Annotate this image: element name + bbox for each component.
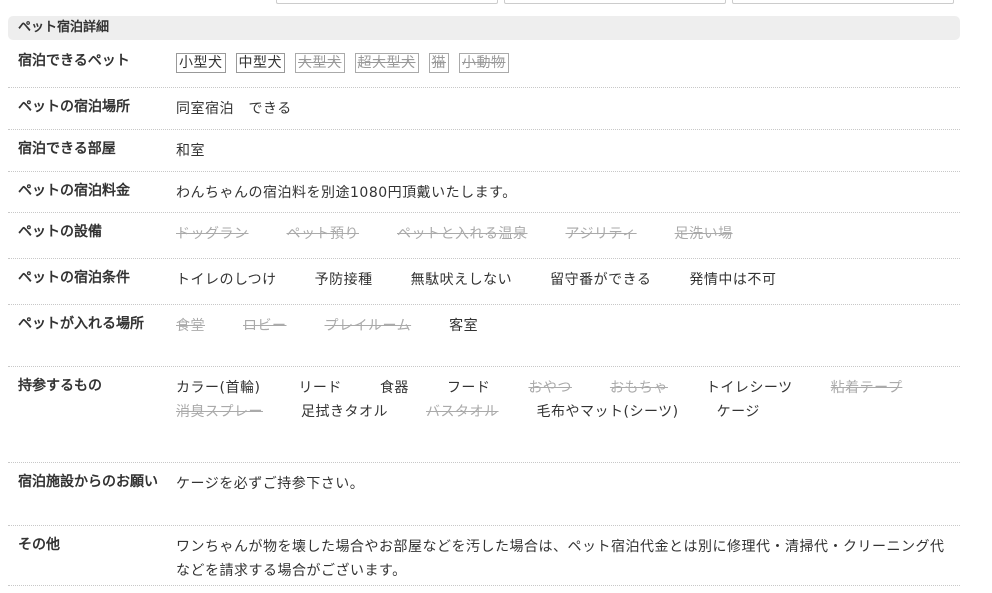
item-deodorant-spray: 消臭スプレー	[176, 404, 263, 420]
row-facilities: ペットの設備 ドッグラン ペット預り ペットと入れる温泉 アジリティ 足洗い場	[8, 213, 960, 259]
row-label: ペットが入れる場所	[18, 316, 144, 332]
item-dish: 食器	[379, 380, 409, 396]
row-label: その他	[18, 537, 60, 553]
row-room-type: 宿泊できる部屋 和室	[8, 130, 960, 172]
row-label: 宿泊できる部屋	[18, 141, 116, 157]
tag-large-dog: 大型犬	[295, 53, 345, 73]
pet-details-table: 宿泊できるペット 小型犬 中型犬 大型犬 超大型犬猫小動物 ペットの宿泊場所 同室宿泊…	[8, 42, 960, 586]
row-label: ペットの宿泊場所	[18, 99, 130, 115]
row-label: 宿泊施設からのお願い	[18, 474, 158, 490]
item-adhesive-tape: 粘着テープ	[830, 380, 903, 396]
item-leash: リード	[298, 380, 342, 396]
item-bath-towel: バスタオル	[426, 404, 499, 420]
row-value: わんちゃんの宿泊料を別途1080円頂戴いたします。	[176, 185, 517, 201]
top-field-3[interactable]	[732, 0, 954, 4]
row-value: 食堂 ロビー プレイルーム 客室	[176, 314, 960, 366]
row-label: 持参するもの	[18, 378, 102, 394]
row-bring-items: 持参するもの カラー(首輪) リード 食器 フード おやつ おもちゃ トイレシーツ 粘着テープ…	[8, 367, 960, 463]
row-label: ペットの設備	[18, 224, 102, 240]
item-playroom: プレイルーム	[324, 318, 412, 334]
row-value: トイレのしつけ 予防接種 無駄吠えしない 留守番ができる 発情中は不可	[176, 268, 960, 304]
tag-xlarge-dog: 超大型犬	[354, 53, 419, 73]
row-value: ワンちゃんが物を壊した場合やお部屋などを汚した場合は、ペット宿泊代金とは別に修理…	[176, 539, 945, 579]
item-foot-wash: 足洗い場	[674, 226, 733, 242]
item-vaccination: 予防接種	[314, 272, 373, 288]
tag-small-animal: 小動物	[459, 53, 509, 73]
item-snack: おやつ	[528, 380, 572, 396]
item-collar: カラー(首輪)	[176, 380, 261, 396]
row-label: ペットの宿泊料金	[18, 183, 130, 199]
item-toilet-training: トイレのしつけ	[176, 272, 277, 288]
item-dining: 食堂	[176, 318, 205, 334]
row-value: カラー(首輪) リード 食器 フード おやつ おもちゃ トイレシーツ 粘着テープ消臭スプレー 足…	[176, 376, 960, 462]
item-guest-room: 客室	[449, 318, 479, 334]
row-value: ケージを必ずご持参下さい。	[176, 476, 365, 492]
row-fee: ペットの宿泊料金 わんちゃんの宿泊料を別途1080円頂戴いたします。	[8, 172, 960, 213]
row-label: 宿泊できるペット	[18, 53, 130, 69]
item-blanket-mat: 毛布やマット(シーツ)	[536, 404, 679, 420]
item-dog-run: ドッグラン	[176, 226, 249, 242]
item-toy: おもちゃ	[609, 380, 668, 396]
item-cage: ケージ	[716, 404, 760, 420]
item-toilet-sheet: トイレシーツ	[705, 380, 793, 396]
item-pet-onsen: ペットと入れる温泉	[397, 226, 528, 242]
item-stay-alone: 留守番ができる	[550, 272, 652, 288]
row-stay-location: ペットの宿泊場所 同室宿泊 できる	[8, 88, 960, 130]
item-pet-care: ペット預り	[286, 226, 359, 242]
row-value: 小型犬 中型犬 大型犬 超大型犬猫小動物	[176, 51, 960, 87]
item-same-room: 同室宿泊 できる	[176, 101, 292, 117]
item-japanese-room: 和室	[176, 143, 205, 159]
top-field-2[interactable]	[504, 0, 726, 4]
top-field-1[interactable]	[276, 0, 498, 4]
row-allowed-areas: ペットが入れる場所 食堂 ロビー プレイルーム 客室	[8, 305, 960, 367]
tag-cat: 猫	[428, 53, 449, 73]
row-value: 和室	[176, 139, 960, 171]
item-lobby: ロビー	[243, 318, 287, 334]
row-conditions: ペットの宿泊条件 トイレのしつけ 予防接種 無駄吠えしない 留守番ができる 発情中は不可	[8, 259, 960, 305]
item-agility: アジリティ	[565, 226, 637, 242]
row-facility-request: 宿泊施設からのお願い ケージを必ずご持参下さい。	[8, 463, 960, 526]
row-pet-types: 宿泊できるペット 小型犬 中型犬 大型犬 超大型犬猫小動物	[8, 42, 960, 88]
item-food: フード	[446, 380, 491, 396]
tag-medium-dog: 中型犬	[235, 53, 285, 73]
item-no-barking: 無駄吠えしない	[410, 272, 513, 288]
tag-small-dog: 小型犬	[176, 53, 226, 73]
row-value: 同室宿泊 できる	[176, 97, 960, 129]
item-no-heat: 発情中は不可	[689, 272, 777, 288]
row-value: ドッグラン ペット預り ペットと入れる温泉 アジリティ 足洗い場	[176, 222, 960, 258]
section-title: ペット宿泊詳細	[8, 16, 960, 40]
row-other: その他 ワンちゃんが物を壊した場合やお部屋などを汚した場合は、ペット宿泊代金とは…	[8, 526, 960, 586]
item-foot-towel: 足拭きタオル	[301, 404, 388, 420]
row-label: ペットの宿泊条件	[18, 270, 130, 286]
